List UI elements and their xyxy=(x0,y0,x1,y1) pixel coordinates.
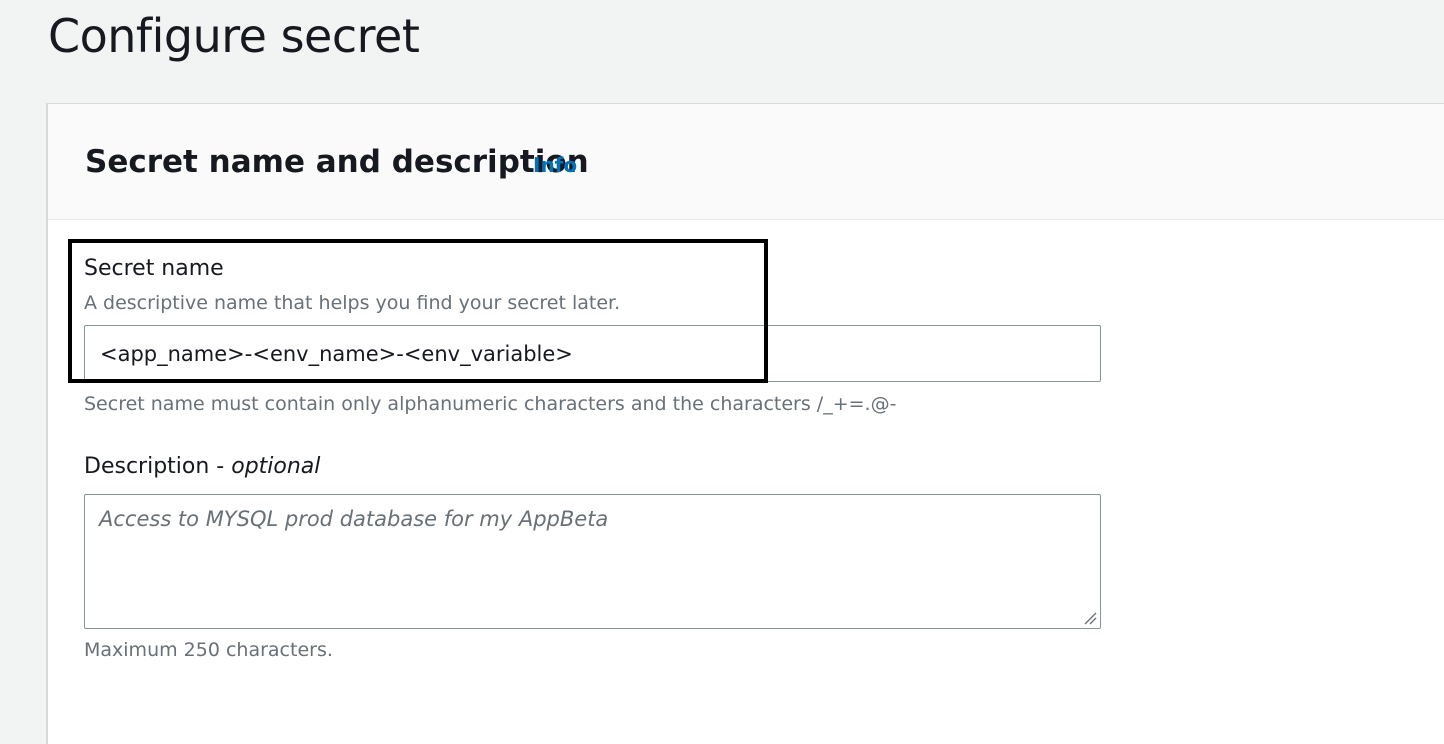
page-title: Configure secret xyxy=(48,9,420,63)
section-title: Secret name and description xyxy=(85,144,589,180)
secret-name-label: Secret name xyxy=(84,256,224,281)
description-label-text: Description xyxy=(84,454,210,479)
container-header: Secret name and description Info xyxy=(48,104,1444,220)
secret-name-input[interactable] xyxy=(84,325,1101,382)
description-constraint: Maximum 250 characters. xyxy=(84,639,333,661)
info-link[interactable]: Info xyxy=(533,153,577,177)
secret-name-constraint: Secret name must contain only alphanumer… xyxy=(84,393,897,415)
description-label-separator: - xyxy=(209,454,232,479)
description-label-optional: optional xyxy=(231,454,321,479)
description-label: Description - optional xyxy=(84,453,320,481)
secret-name-description: A descriptive name that helps you find y… xyxy=(84,292,621,314)
resize-grip-icon[interactable] xyxy=(1083,611,1097,625)
description-textarea[interactable] xyxy=(84,494,1101,629)
